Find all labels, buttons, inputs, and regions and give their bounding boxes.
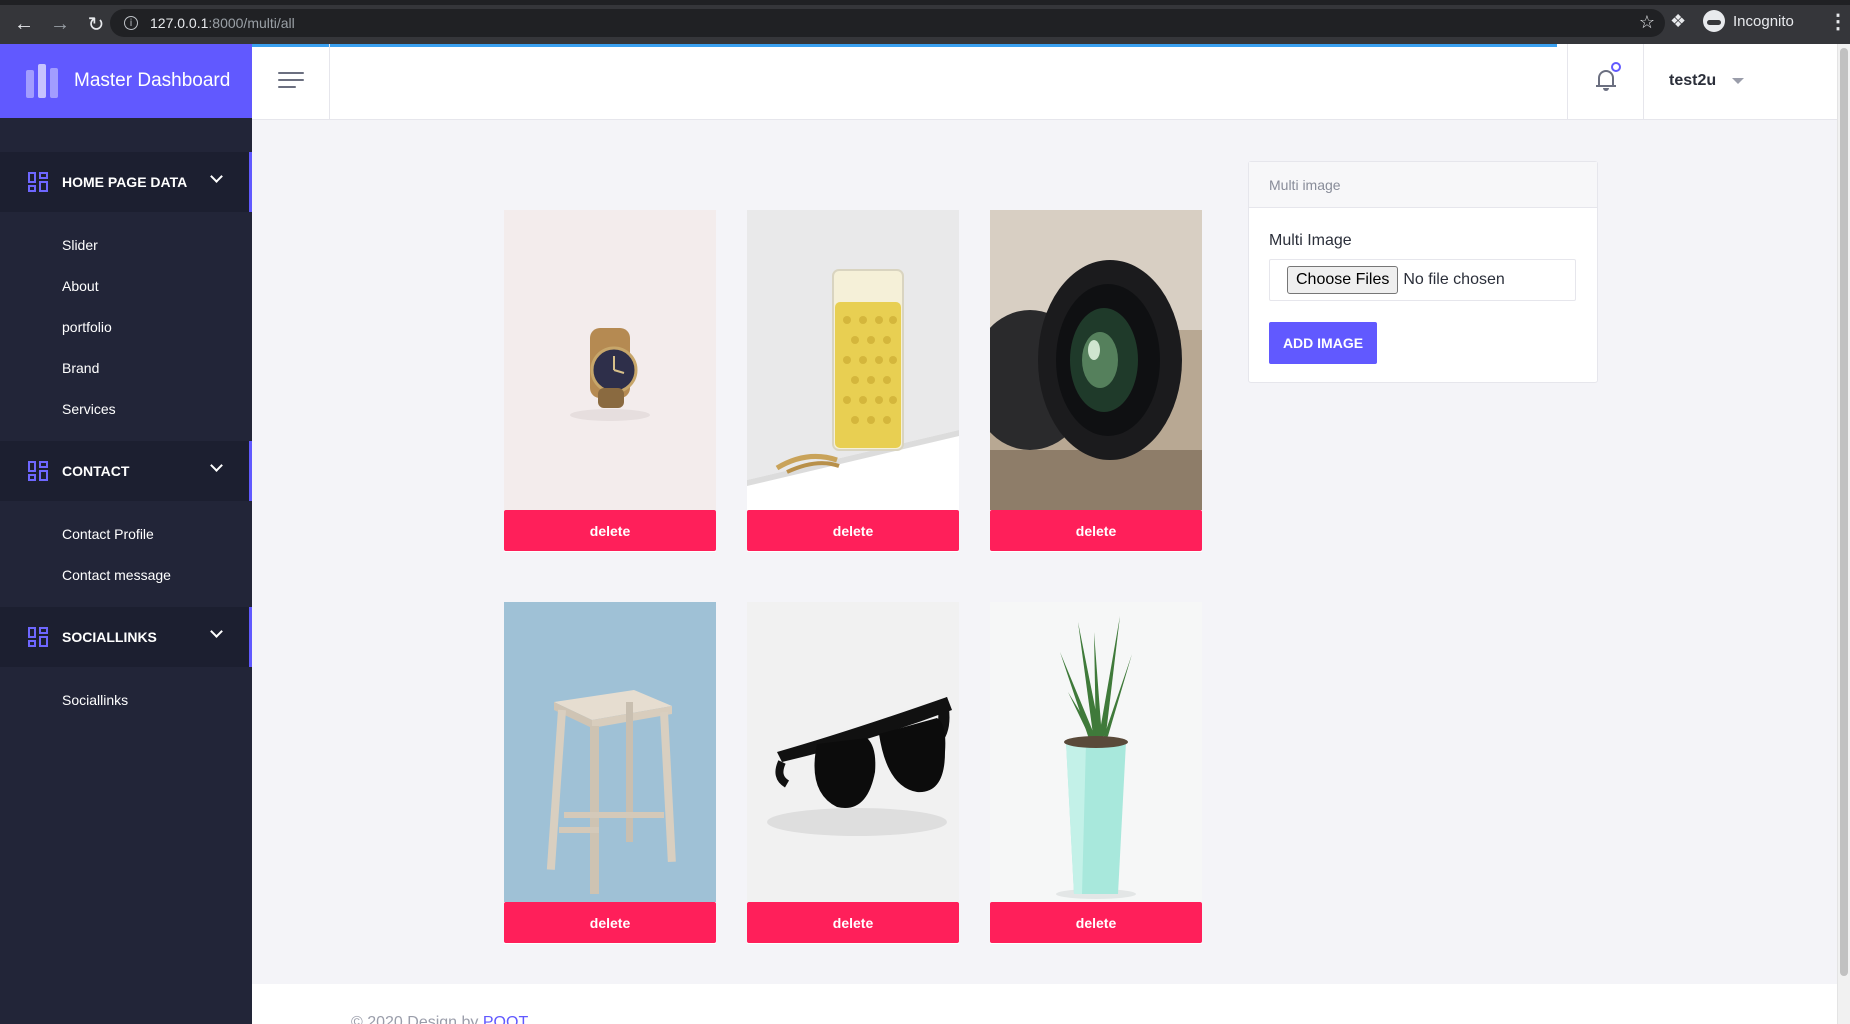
image-card: delete [990,602,1202,944]
incognito-label: Incognito [1733,12,1794,30]
file-status: No file chosen [1403,271,1505,288]
multi-image-card: Multi image Multi Image Choose Files No … [1248,161,1598,383]
username: test2u [1669,72,1717,89]
sidebar-item-sociallinks[interactable]: Sociallinks [0,679,252,720]
image-camera-lens [990,210,1202,510]
sidebar-item-contact-message[interactable]: Contact message [0,554,252,595]
card-header: Multi image [1249,162,1597,208]
browser-toolbar: ← → ↻ i 127.0.0.1:8000/multi/all ☆ ❖ Inc… [0,0,1850,44]
multi-image-label: Multi Image [1269,232,1352,249]
sidebar-group-label: HOME PAGE DATA [62,174,188,190]
logo-icon [26,64,58,98]
notification-dot [1611,62,1621,72]
page-load-progress [252,44,1557,47]
image-card: delete [747,602,959,944]
image-beer-glass [747,210,959,510]
delete-button[interactable]: delete [990,902,1202,943]
image-watch [504,210,716,510]
incognito-indicator[interactable]: Incognito [1703,10,1794,32]
delete-button[interactable]: delete [990,510,1202,551]
url-text[interactable]: 127.0.0.1:8000/multi/all [150,15,295,31]
back-arrow-icon[interactable]: ← [6,6,42,42]
scrollbar-thumb[interactable] [1840,48,1848,976]
sidebar-group-label: CONTACT [62,463,130,479]
browser-tab-strip [0,0,1850,5]
puzzle-icon[interactable]: ❖ [1670,11,1686,32]
dashboard-grid-icon [28,461,48,481]
brand[interactable]: Master Dashboard [0,44,252,118]
sidebar-item-brand[interactable]: Brand [0,347,252,388]
image-wooden-stool [504,602,716,902]
notifications-button[interactable] [1567,44,1644,120]
sidebar-item-about[interactable]: About [0,265,252,306]
footer-link[interactable]: POOT [483,1014,528,1024]
bell-icon [1596,62,1621,91]
image-card: delete [747,210,959,552]
sidebar-group-label: SOCIALLINKS [62,629,157,645]
image-sunglasses [747,602,959,902]
menu-toggle-icon[interactable] [252,44,330,120]
info-icon[interactable]: i [124,16,138,30]
image-card: delete [504,602,716,944]
forward-arrow-icon[interactable]: → [42,6,78,42]
user-menu[interactable]: test2u [1669,72,1745,90]
sidebar-group-sociallinks[interactable]: SOCIALLINKS [0,607,252,667]
sidebar-section-contact: CONTACT Contact Profile Contact message [0,441,252,607]
sidebar-group-home-page-data[interactable]: HOME PAGE DATA [0,152,252,212]
sidebar-item-contact-profile[interactable]: Contact Profile [0,513,252,554]
reload-icon[interactable]: ↻ [78,6,114,42]
sidebar-section-home: HOME PAGE DATA Slider About portfolio Br… [0,152,252,441]
add-image-button[interactable]: ADD IMAGE [1269,322,1377,364]
footer-text: © 2020 Design by POOT [351,1014,528,1024]
image-potted-succulent [990,602,1202,902]
delete-button[interactable]: delete [504,902,716,943]
footer: © 2020 Design by POOT [252,984,1837,1024]
image-card: delete [990,210,1202,552]
sidebar-item-slider[interactable]: Slider [0,224,252,265]
url-path: :8000/multi/all [208,15,295,31]
kebab-icon[interactable]: ⋮ [1828,9,1848,34]
footer-prefix: © 2020 Design by [351,1014,483,1024]
sidebar-item-services[interactable]: Services [0,388,252,429]
choose-files-button[interactable]: Choose Files [1287,266,1399,294]
chevron-down-icon [210,459,223,472]
image-card: delete [504,210,716,552]
file-input[interactable]: Choose Files No file chosen [1269,259,1576,301]
delete-button[interactable]: delete [747,902,959,943]
delete-button[interactable]: delete [747,510,959,551]
page-scrollbar[interactable] [1837,44,1850,1024]
dashboard-grid-icon [28,627,48,647]
caret-down-icon [1732,78,1745,84]
sidebar-item-portfolio[interactable]: portfolio [0,306,252,347]
brand-title: Master Dashboard [74,70,231,91]
top-header: test2u [252,44,1837,120]
sidebar-group-contact[interactable]: CONTACT [0,441,252,501]
chevron-down-icon [210,170,223,183]
url-host: 127.0.0.1 [150,15,209,31]
sidebar-section-sociallinks: SOCIALLINKS Sociallinks [0,607,252,732]
sidebar: Master Dashboard HOME PAGE DATA Slider A… [0,44,252,1024]
address-bar[interactable]: i 127.0.0.1:8000/multi/all ☆ [110,9,1665,37]
chevron-down-icon [210,625,223,638]
incognito-icon [1703,10,1725,32]
star-icon[interactable]: ☆ [1639,12,1655,33]
delete-button[interactable]: delete [504,510,716,551]
dashboard-grid-icon [28,172,48,192]
